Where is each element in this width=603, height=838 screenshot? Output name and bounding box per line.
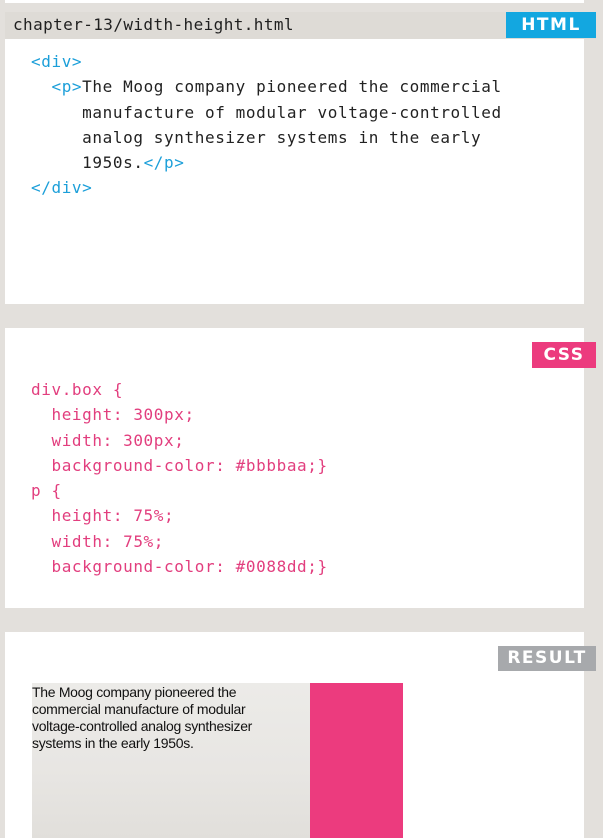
- code-p-close: </p>: [143, 153, 185, 173]
- css-line-5: p {: [31, 481, 62, 501]
- code-div-close: </div>: [31, 178, 93, 198]
- result-div-box: The Moog company pioneered the commercia…: [32, 683, 403, 838]
- code-p-open: <p>: [51, 77, 83, 97]
- html-tag: HTML: [506, 12, 596, 38]
- file-name: chapter-13/width-height.html: [13, 15, 294, 34]
- result-tag: RESULT: [498, 646, 596, 671]
- css-code-panel: div.box { height: 300px; width: 300px; b…: [5, 328, 584, 608]
- css-line-1: div.box {: [31, 380, 124, 399]
- css-code-block: div.box { height: 300px; width: 300px; b…: [31, 377, 328, 579]
- css-tag: CSS: [532, 342, 596, 368]
- code-text-line-3: analog synthesizer systems in the early: [82, 127, 482, 147]
- code-text-line-1: The Moog company pioneered the commercia…: [82, 77, 502, 97]
- top-divider: [5, 0, 584, 3]
- code-text-line-2: manufacture of modular voltage-controlle…: [82, 102, 502, 122]
- css-line-7: width: 75%;: [31, 531, 165, 551]
- css-line-6: height: 75%;: [31, 506, 175, 526]
- html-code-block: <div> <p>The Moog company pioneered the …: [31, 49, 502, 201]
- code-text-line-4: 1950s.: [82, 153, 144, 173]
- css-line-4: background-color: #bbbbaa;}: [31, 455, 328, 475]
- css-line-2: height: 300px;: [31, 405, 195, 425]
- css-line-8: background-color: #0088dd;}: [31, 557, 328, 577]
- code-div-open: <div>: [31, 52, 83, 71]
- result-paragraph-box: The Moog company pioneered the commercia…: [32, 683, 310, 838]
- css-line-3: width: 300px;: [31, 430, 185, 450]
- result-paragraph-text: The Moog company pioneered the commercia…: [32, 684, 253, 751]
- html-code-panel: <div> <p>The Moog company pioneered the …: [5, 39, 584, 304]
